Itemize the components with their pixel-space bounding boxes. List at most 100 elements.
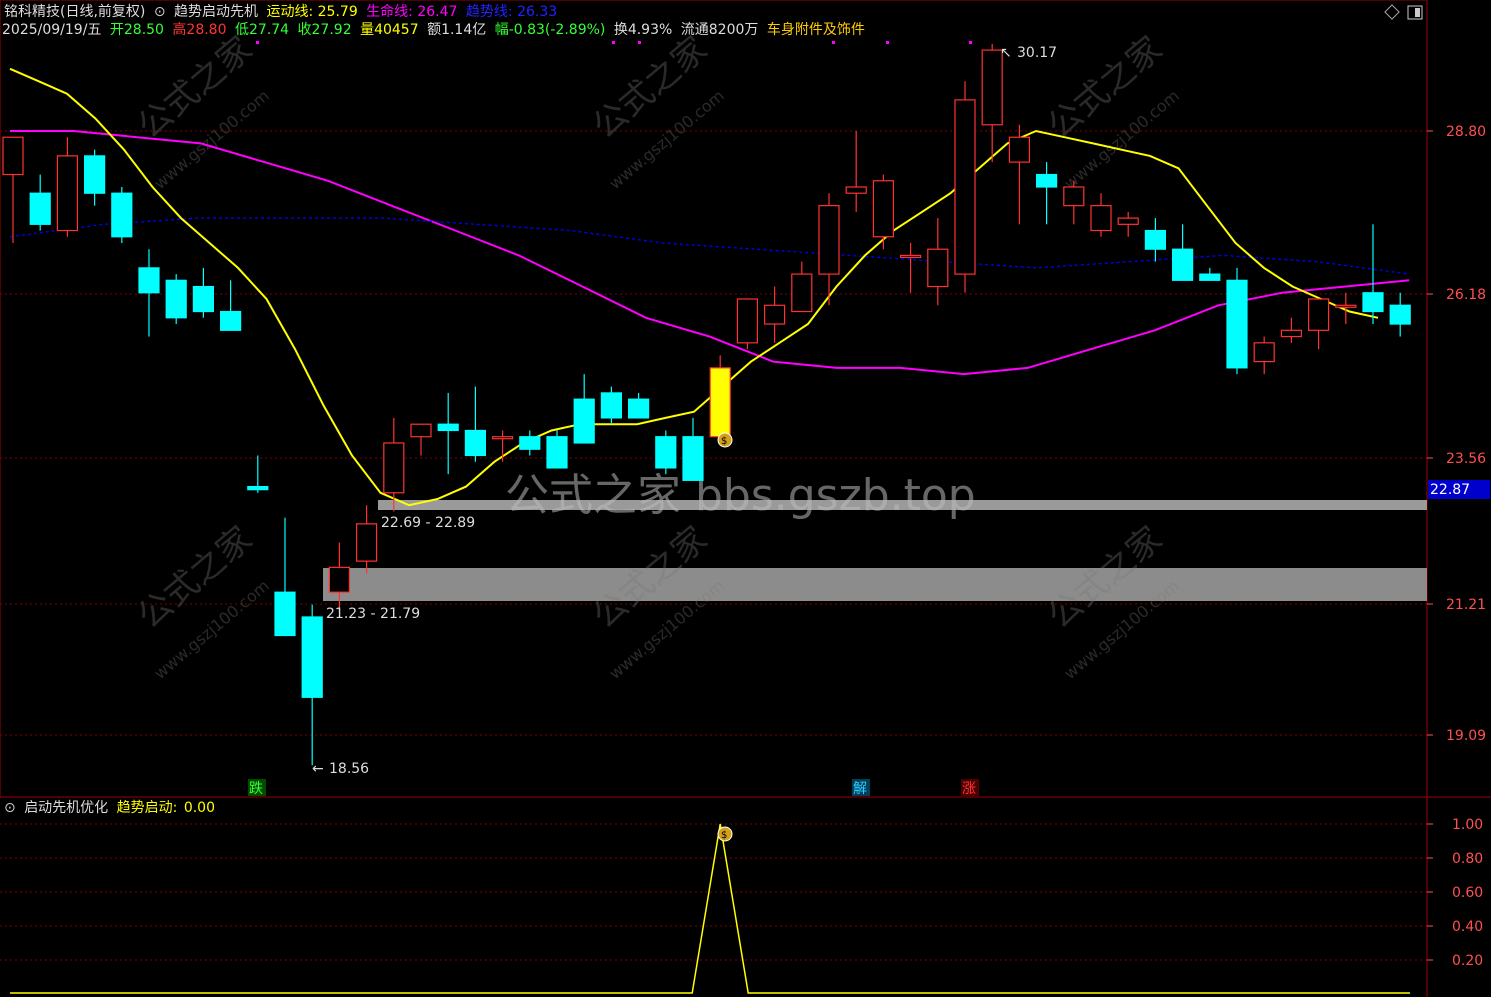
turnover-label: 换 [613, 22, 628, 38]
candle [899, 242, 922, 293]
candle [600, 386, 623, 425]
low-marker-arrow: ← [312, 761, 324, 777]
sub-axis-label: 1.00 [1452, 817, 1483, 833]
header-row-2: 2025/09/19/五 开28.50 高28.80 低27.74 收27.92… [2, 21, 869, 39]
price-axis-label: 23.56 [1446, 451, 1486, 467]
candle [383, 417, 405, 512]
svg-text:$: $ [721, 830, 727, 841]
candle [682, 417, 704, 481]
candle [546, 430, 568, 469]
candle [655, 430, 677, 475]
candle [1253, 336, 1275, 375]
candle [954, 81, 976, 293]
stock-title: 铭科精技(日线,前复权) [4, 4, 146, 20]
sub-panel-header: ⊙ 启动先机优化 趋势启动: 0.00 [4, 799, 219, 817]
watermark-small: 公式之家 [130, 519, 260, 637]
candle [111, 186, 133, 243]
candle [736, 298, 759, 350]
candle [220, 280, 242, 331]
signal-die: 跌 [249, 781, 263, 797]
low-value: 27.74 [248, 22, 290, 38]
qushi-label: 趋势线: [465, 4, 513, 20]
svg-text:$: $ [721, 436, 727, 447]
indicator-menu-icon[interactable]: ⊙ [154, 4, 166, 20]
yundong-value: 25.79 [317, 4, 358, 20]
candle [247, 455, 269, 493]
price-axis-label: 21.21 [1446, 597, 1486, 613]
qushi-line [9, 217, 1410, 275]
low-marker: 18.56 [329, 761, 369, 777]
zone-lower-label: 21.23 - 21.79 [326, 606, 420, 622]
candle [165, 274, 187, 325]
candle [1035, 162, 1058, 225]
candle [1280, 317, 1303, 343]
candle [301, 604, 323, 766]
indicator-name: 趋势启动先机 [174, 4, 259, 20]
candle [791, 261, 813, 313]
sub-panel-name: 启动先机优化 [24, 800, 109, 816]
candle [1226, 267, 1248, 375]
diamond-icon[interactable] [1384, 4, 1400, 20]
sub-axis-label: 0.40 [1452, 919, 1483, 935]
high-marker-arrow: ↖ [1000, 45, 1012, 61]
money-bag-icon: $ [717, 432, 733, 448]
sub-indicator-menu-icon[interactable]: ⊙ [4, 800, 16, 816]
price-axis-label: 26.18 [1446, 287, 1486, 303]
high-label: 高 [172, 22, 187, 38]
watermark-small: 公式之家 [585, 29, 715, 147]
open-label: 开 [109, 22, 124, 38]
watermark-small: 公式之家 [1040, 29, 1170, 147]
candle [927, 218, 949, 306]
watermark-small: 公式之家 [130, 29, 260, 147]
candle [627, 392, 650, 419]
high-marker: 30.17 [1017, 45, 1057, 61]
sub-axis-label: 0.80 [1452, 851, 1483, 867]
candle [1389, 292, 1411, 337]
candle [1117, 211, 1139, 237]
signal-zhang: 涨 [962, 781, 976, 797]
candle [192, 267, 214, 318]
low-label: 低 [234, 22, 249, 38]
sub-axis-label: 0.60 [1452, 885, 1483, 901]
candle [29, 174, 51, 231]
candle [1144, 218, 1167, 262]
sub-axis-label: 0.20 [1452, 953, 1483, 969]
signal-dots [256, 41, 972, 44]
stock-chart[interactable]: 公式之家 bbs.gszb.top 公式之家www.gszj100.com 公式之… [0, 0, 1491, 997]
candle [138, 249, 160, 337]
sub-signal-line [10, 823, 1410, 994]
candle [56, 137, 79, 237]
candle [519, 430, 541, 456]
date: 2025/09/19/五 [2, 22, 102, 38]
watermark-main: 公式之家 bbs.gszb.top [505, 470, 976, 521]
shengming-label: 生命线: [366, 4, 413, 20]
sub-axis: 1.00 0.80 0.60 0.40 0.20 [1427, 817, 1483, 969]
candle [83, 149, 106, 206]
yundong-label: 运动线: [266, 4, 314, 20]
candle [763, 286, 786, 343]
candle [492, 430, 514, 462]
close-value: 27.92 [311, 22, 352, 38]
zone-upper-label: 22.69 - 22.89 [381, 515, 475, 531]
candle [845, 131, 867, 212]
qushi-value: 26.33 [517, 4, 558, 20]
candle [1090, 193, 1112, 237]
turnover-value: 4.93% [627, 22, 673, 38]
price-axis-label: 19.09 [1446, 728, 1486, 744]
sub-signal-label: 趋势启动: [116, 800, 178, 816]
candle [1171, 224, 1194, 281]
candle [1063, 180, 1085, 225]
candle [981, 43, 1003, 163]
float-value: 8200万 [708, 22, 759, 38]
candle-series [2, 43, 1411, 766]
price-axis-label: 28.80 [1446, 124, 1486, 140]
candle [2, 136, 24, 243]
open-value: 28.50 [123, 22, 164, 38]
volume-value: 40457 [374, 22, 419, 38]
change-value: -0.83(-2.89%) [508, 22, 606, 38]
candle [1307, 298, 1330, 350]
current-price-tag: 22.87 [1430, 482, 1470, 498]
volume-label: 量 [360, 22, 375, 38]
layout-toggle-icon[interactable] [1407, 5, 1423, 20]
candle [1199, 267, 1221, 281]
